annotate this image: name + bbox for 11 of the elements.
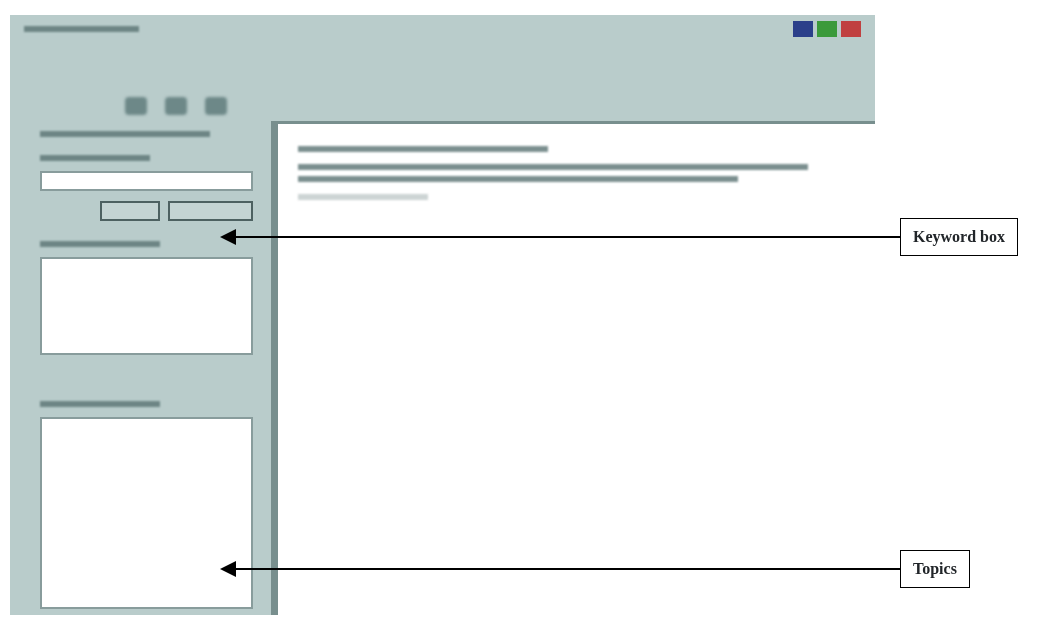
callout-label: Topics [900,550,970,588]
window-icon[interactable] [841,21,861,37]
list-button[interactable] [100,201,160,221]
window-icon[interactable] [793,21,813,37]
callout-label: Keyword box [900,218,1018,256]
topics-list[interactable] [40,417,253,609]
display-button[interactable] [168,201,253,221]
keyword-list[interactable] [40,257,253,355]
tabs-blurred[interactable] [40,131,210,137]
keyword-input-field[interactable] [40,171,253,191]
window-icon[interactable] [817,21,837,37]
